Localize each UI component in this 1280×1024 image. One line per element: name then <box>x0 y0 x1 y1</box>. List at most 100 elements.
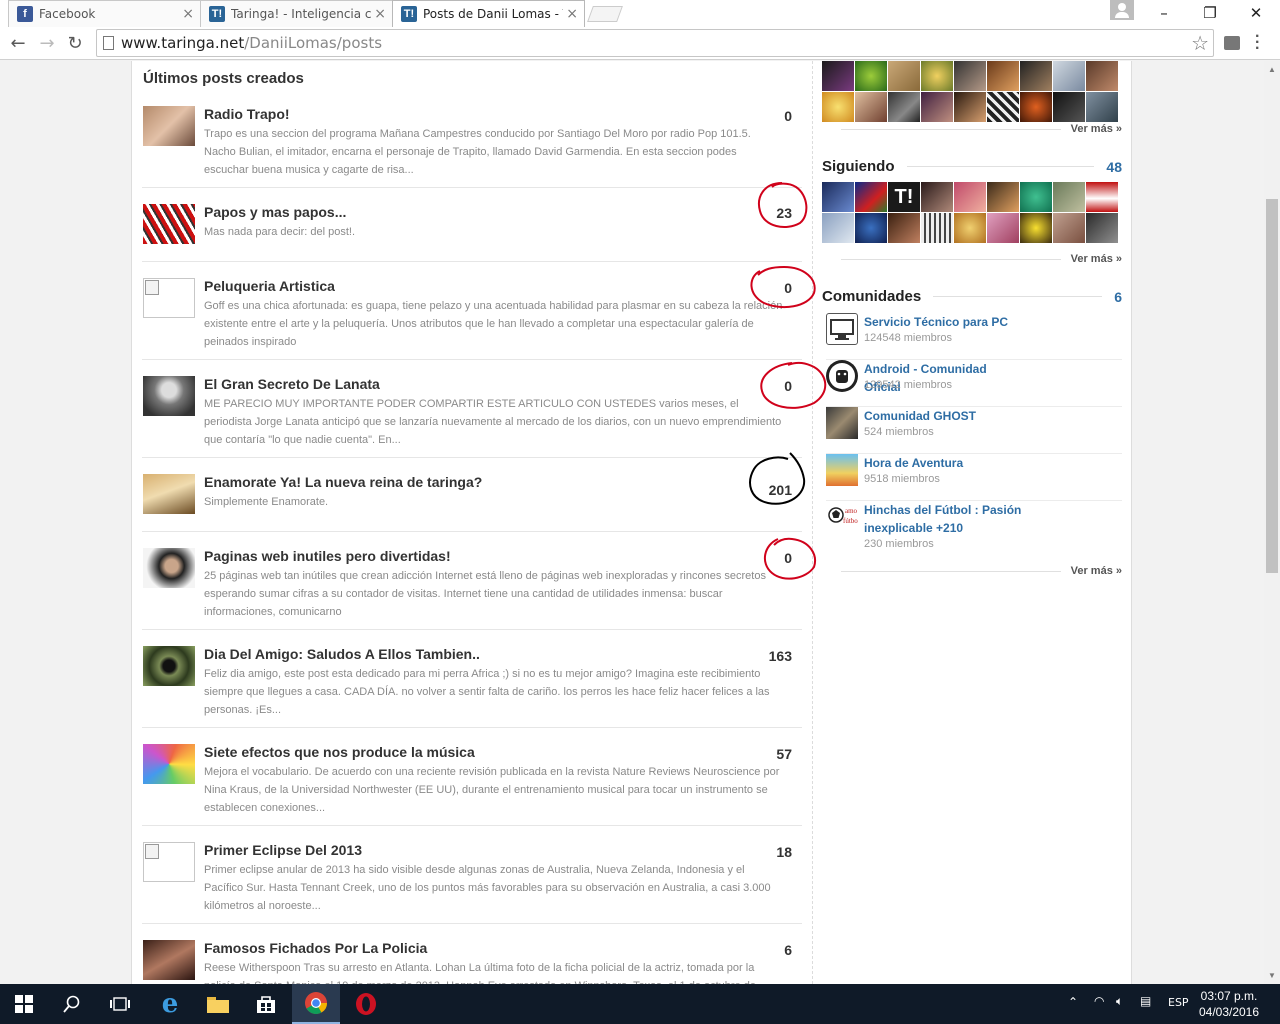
show-hidden-icons-icon[interactable]: ⌃ <box>1068 995 1078 1009</box>
post-title[interactable]: Primer Eclipse Del 2013 <box>204 842 362 858</box>
avatar[interactable] <box>822 61 854 91</box>
post-item[interactable]: Paginas web inutiles pero divertidas! 0 … <box>142 548 802 630</box>
avatar[interactable] <box>987 92 1019 122</box>
avatar[interactable] <box>888 92 920 122</box>
avatar[interactable] <box>921 182 953 212</box>
community-name[interactable]: Comunidad GHOST <box>864 407 1024 425</box>
tab-facebook[interactable]: f Facebook × <box>8 0 201 27</box>
scroll-up-icon[interactable]: ▲ <box>1268 65 1276 74</box>
avatar[interactable] <box>954 92 986 122</box>
user-profile-icon[interactable] <box>1110 0 1134 20</box>
search-icon[interactable] <box>48 984 96 1024</box>
post-item[interactable]: El Gran Secreto De Lanata 0 ME PARECIO M… <box>142 376 802 458</box>
network-icon[interactable]: ◠ <box>1094 994 1104 1008</box>
avatar[interactable] <box>855 92 887 122</box>
scroll-down-icon[interactable]: ▼ <box>1268 971 1276 980</box>
close-icon[interactable]: × <box>566 6 578 22</box>
post-item[interactable]: Siete efectos que nos produce la música … <box>142 744 802 826</box>
post-thumbnail[interactable] <box>143 376 195 416</box>
post-item[interactable]: Famosos Fichados Por La Policia 6 Reese … <box>142 940 802 984</box>
close-icon[interactable]: × <box>374 6 386 22</box>
avatar[interactable] <box>822 213 854 243</box>
language-indicator[interactable]: ESP <box>1168 996 1189 1009</box>
post-thumbnail[interactable] <box>143 744 195 784</box>
post-thumbnail[interactable] <box>143 548 195 588</box>
post-thumbnail[interactable] <box>143 106 195 146</box>
post-item[interactable]: Peluqueria Artistica 0 Goff es una chica… <box>142 278 802 360</box>
post-thumbnail[interactable] <box>143 278 195 318</box>
taringa-logo-avatar[interactable]: T! <box>888 182 920 212</box>
menu-icon[interactable]: · · · <box>1255 29 1260 57</box>
post-title[interactable]: Famosos Fichados Por La Policia <box>204 940 427 956</box>
post-title[interactable]: Dia Del Amigo: Saludos A Ellos Tambien.. <box>204 646 480 662</box>
post-item[interactable]: Primer Eclipse Del 2013 18 Primer eclips… <box>142 842 802 924</box>
post-thumbnail[interactable] <box>143 940 195 980</box>
ver-mas-link[interactable]: Ver más » <box>840 565 1122 577</box>
avatar[interactable] <box>1086 92 1118 122</box>
scrollbar-thumb[interactable] <box>1266 199 1278 573</box>
post-thumbnail[interactable] <box>143 646 195 686</box>
community-name[interactable]: Hora de Aventura <box>864 454 1024 472</box>
tab-posts-danii[interactable]: T! Posts de Danii Lomas - Tar × <box>392 0 585 27</box>
post-thumbnail[interactable] <box>143 842 195 882</box>
bookmark-star-icon[interactable]: ☆ <box>1191 31 1209 55</box>
community-item[interactable]: Android - Comunidad Oficial 129542 miemb… <box>826 360 1122 407</box>
avatar[interactable] <box>987 182 1019 212</box>
avatar[interactable] <box>921 92 953 122</box>
post-title[interactable]: Radio Trapo! <box>204 106 290 122</box>
avatar[interactable] <box>987 213 1019 243</box>
avatar[interactable] <box>1053 182 1085 212</box>
avatar[interactable] <box>1086 182 1118 212</box>
edge-browser-icon[interactable]: e <box>146 984 194 1024</box>
avatar[interactable] <box>921 61 953 91</box>
avatar[interactable] <box>1020 182 1052 212</box>
chrome-icon[interactable] <box>292 984 340 1024</box>
post-title[interactable]: Papos y mas papos... <box>204 204 346 220</box>
task-view-icon[interactable] <box>96 984 144 1024</box>
window-close-icon[interactable]: ✕ <box>1233 0 1279 26</box>
address-bar[interactable]: www.taringa.net/DaniiLomas/posts ☆ <box>96 29 1214 57</box>
post-item[interactable]: Enamorate Ya! La nueva reina de taringa?… <box>142 474 802 532</box>
avatar[interactable] <box>888 213 920 243</box>
community-item[interactable]: amo fútbol Hinchas del Fútbol : Pasión in… <box>826 501 1122 557</box>
avatar[interactable] <box>855 61 887 91</box>
post-item[interactable]: Radio Trapo! 0 Trapo es una seccion del … <box>142 106 802 188</box>
avatar[interactable] <box>954 182 986 212</box>
ver-mas-link[interactable]: Ver más » <box>840 253 1122 265</box>
post-title[interactable]: El Gran Secreto De Lanata <box>204 376 380 392</box>
post-item[interactable]: Dia Del Amigo: Saludos A Ellos Tambien..… <box>142 646 802 728</box>
community-name[interactable]: Hinchas del Fútbol : Pasión inexplicable… <box>864 501 1024 537</box>
siguiendo-count[interactable]: 48 <box>1106 159 1122 175</box>
post-thumbnail[interactable] <box>143 204 195 244</box>
avatar[interactable] <box>1020 92 1052 122</box>
file-explorer-icon[interactable] <box>194 984 242 1024</box>
extension-icon[interactable] <box>1224 36 1240 50</box>
reload-icon[interactable]: ↻ <box>63 31 87 55</box>
avatar[interactable] <box>1053 92 1085 122</box>
avatar[interactable] <box>1053 213 1085 243</box>
community-name[interactable]: Servicio Técnico para PC <box>864 313 1024 331</box>
avatar[interactable] <box>921 213 953 243</box>
post-thumbnail[interactable] <box>143 474 195 514</box>
vertical-scrollbar[interactable]: ▲ ▼ <box>1264 61 1280 984</box>
post-title[interactable]: Enamorate Ya! La nueva reina de taringa? <box>204 474 482 490</box>
avatar[interactable] <box>1086 61 1118 91</box>
avatar[interactable] <box>822 92 854 122</box>
avatar[interactable] <box>1020 61 1052 91</box>
post-title[interactable]: Paginas web inutiles pero divertidas! <box>204 548 451 564</box>
restore-icon[interactable]: ❐ <box>1187 0 1233 26</box>
ver-mas-link[interactable]: Ver más » <box>840 123 1122 135</box>
post-title[interactable]: Peluqueria Artistica <box>204 278 335 294</box>
avatar[interactable] <box>888 61 920 91</box>
avatar[interactable] <box>987 61 1019 91</box>
avatar[interactable] <box>1086 213 1118 243</box>
avatar[interactable] <box>822 182 854 212</box>
volume-icon[interactable]: 🔈︎ <box>1116 994 1123 1009</box>
avatar[interactable] <box>855 182 887 212</box>
avatar[interactable] <box>1020 213 1052 243</box>
back-arrow-icon[interactable]: ← <box>6 31 30 55</box>
new-tab-button[interactable] <box>587 6 623 22</box>
community-item[interactable]: Hora de Aventura 9518 miembros <box>826 454 1122 501</box>
community-item[interactable]: Servicio Técnico para PC 124548 miembros <box>826 313 1122 360</box>
post-title[interactable]: Siete efectos que nos produce la música <box>204 744 475 760</box>
